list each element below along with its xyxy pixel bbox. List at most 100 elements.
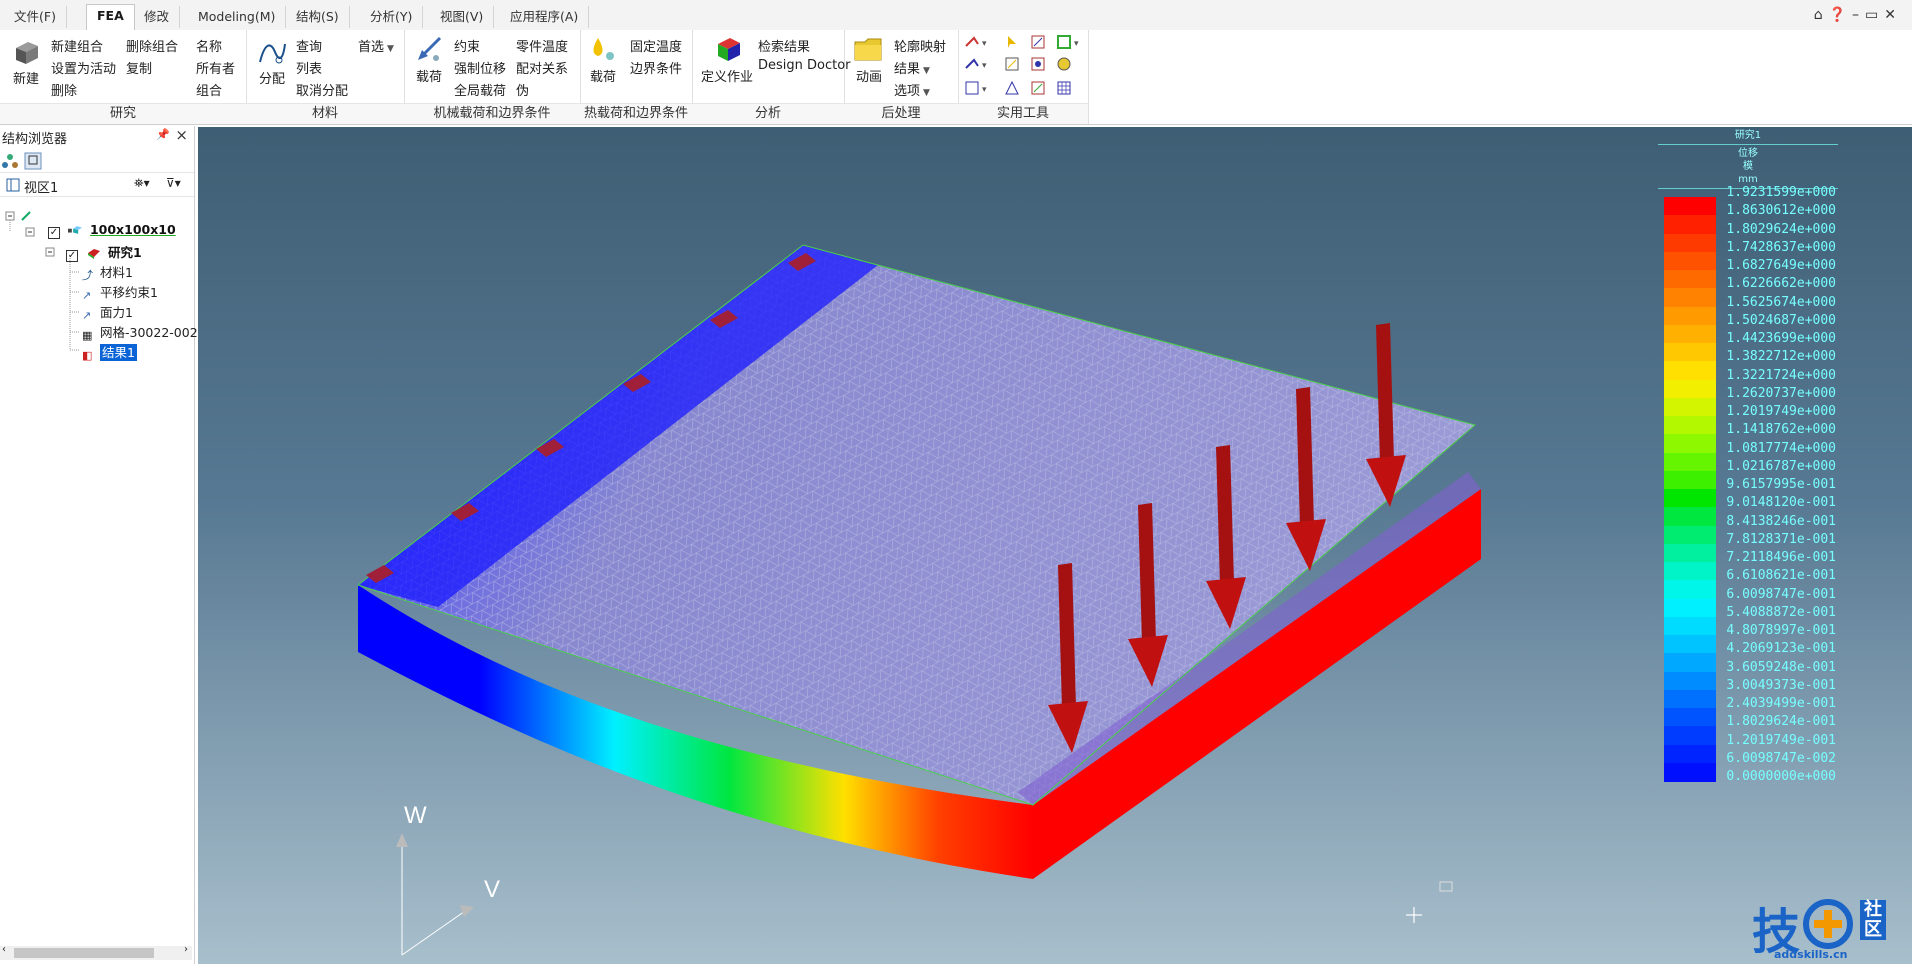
copy-button[interactable]: 复制: [126, 58, 152, 77]
mating-button[interactable]: 配对关系: [516, 58, 568, 77]
list-button[interactable]: 列表: [296, 58, 322, 77]
query-button[interactable]: 查询: [296, 36, 322, 55]
tool-icon[interactable]: [1057, 81, 1071, 95]
prefs-dropdown[interactable]: 首选 ▼: [358, 36, 394, 55]
design-doctor-button[interactable]: Design Doctor: [758, 58, 851, 73]
tool-icon[interactable]: [1057, 57, 1071, 71]
contour-map-button[interactable]: 轮廓映射: [894, 36, 946, 55]
legend-value: 1.0817774e+000: [1726, 440, 1836, 456]
tree-item-surface-load[interactable]: ↗ 面力1: [82, 302, 133, 322]
material-combo-button[interactable]: 组合: [196, 80, 222, 99]
visibility-checkbox[interactable]: ✓: [48, 227, 60, 239]
tree-item-mesh[interactable]: ▦ 网格-30022-002: [82, 322, 198, 342]
group-material: 名称 所有者 组合 分配 查询 列表 取消分配 首选 ▼ 材料: [196, 30, 405, 124]
tab-modeling[interactable]: Modeling(M): [188, 6, 287, 28]
tree-item-material[interactable]: ⤴ 材料1: [82, 262, 133, 282]
group-thermal-label: 热载荷和边界条件: [580, 103, 692, 124]
material-owner-button[interactable]: 所有者: [196, 58, 235, 77]
unassign-button[interactable]: 取消分配: [296, 80, 348, 99]
tab-analysis[interactable]: 分析(Y): [360, 6, 424, 28]
visibility-checkbox[interactable]: ✓: [66, 250, 78, 262]
tool-icon[interactable]: [1031, 57, 1045, 71]
tree-item-label-selected: 结果1: [100, 344, 137, 361]
check-results-button[interactable]: 检索结果: [758, 36, 810, 55]
results-dropdown[interactable]: 结果 ▼: [894, 58, 930, 77]
boundary-condition-button[interactable]: 边界条件: [630, 58, 682, 77]
legend-value: 7.8128371e-001: [1726, 531, 1836, 547]
restore-icon[interactable]: ▭: [1865, 7, 1884, 23]
legend-title: 研究1: [1734, 130, 1762, 141]
tool-icon[interactable]: ▾: [965, 81, 987, 95]
define-job-button[interactable]: 定义作业: [700, 34, 754, 85]
tool-icon[interactable]: [1005, 80, 1019, 95]
binoculars-icon[interactable]: ⛯▾: [134, 176, 150, 191]
tree-item-result[interactable]: ◧ 结果1: [82, 342, 137, 362]
delete-combo-button[interactable]: 删除组合: [126, 36, 178, 55]
legend-value: 1.8029624e+000: [1726, 221, 1836, 237]
viewport-icon: [6, 178, 20, 192]
scroll-left-icon[interactable]: ‹: [2, 944, 6, 955]
legend-value: 1.6827649e+000: [1726, 258, 1836, 273]
options-dropdown[interactable]: 选项 ▼: [894, 80, 930, 99]
graphics-viewport[interactable]: W V 研究1 位移 模 mm 1.9231599e+000 1.8630612e…: [198, 127, 1912, 964]
close-icon[interactable]: ×: [175, 126, 188, 144]
pseudo-button[interactable]: 伪: [516, 80, 529, 99]
svg-text:▾: ▾: [1074, 39, 1079, 49]
scrollbar-thumb[interactable]: [14, 948, 154, 958]
window-controls[interactable]: ⌂❓–▭✕: [1814, 7, 1902, 23]
group-analysis-label: 分析: [692, 103, 844, 124]
animate-label: 动画: [855, 70, 882, 85]
minimize-icon[interactable]: –: [1852, 7, 1865, 23]
tree-view-icon[interactable]: [2, 153, 18, 169]
tool-icon[interactable]: [1005, 57, 1019, 71]
axis-triad: W V: [396, 802, 500, 956]
tool-icon[interactable]: ▾: [965, 58, 987, 71]
tab-view[interactable]: 视图(V): [430, 6, 495, 28]
tree-study-node[interactable]: ✓ 研究1: [66, 242, 142, 262]
axis-v-label: V: [484, 876, 500, 903]
tab-fea[interactable]: FEA: [86, 4, 135, 31]
viewport-name[interactable]: 视区1: [24, 177, 58, 196]
enforced-displacement-button[interactable]: 强制位移: [454, 58, 506, 77]
delete-button[interactable]: 删除: [51, 80, 77, 99]
thermal-load-button[interactable]: 载荷: [586, 34, 620, 85]
pin-icon[interactable]: 📌: [156, 128, 170, 141]
tab-applications[interactable]: 应用程序(A): [500, 6, 590, 28]
scroll-right-icon[interactable]: ›: [184, 944, 188, 955]
tab-modify[interactable]: 修改: [134, 6, 181, 28]
new-study-button[interactable]: 新建: [10, 38, 42, 87]
legend-component: 模: [1743, 161, 1753, 172]
mech-load-button[interactable]: 载荷: [412, 34, 446, 85]
assign-label: 分配: [258, 72, 285, 87]
new-combo-button[interactable]: 新建组合: [51, 36, 103, 55]
legend-header: 研究1 位移 模 mm: [1658, 129, 1838, 191]
tool-icon[interactable]: [1031, 35, 1045, 49]
tool-icon[interactable]: [1008, 36, 1016, 48]
tree-item-label: 平移约束1: [100, 285, 158, 300]
crosshair-cursor: [1406, 907, 1422, 923]
tab-structure[interactable]: 结构(S): [286, 6, 350, 28]
new-study-icon: [16, 42, 38, 64]
animate-button[interactable]: 动画: [852, 34, 886, 85]
tool-icon[interactable]: ▾: [1057, 35, 1079, 49]
horizontal-scrollbar[interactable]: ‹ ›: [0, 944, 192, 960]
tool-icon[interactable]: [1031, 81, 1045, 95]
filter-icon[interactable]: ⊽▾: [166, 176, 181, 190]
part-temperature-button[interactable]: 零件温度: [516, 36, 568, 55]
help-icon[interactable]: ❓: [1829, 7, 1852, 23]
assign-material-button[interactable]: 分配: [256, 36, 288, 87]
home-icon[interactable]: ⌂: [1814, 7, 1829, 23]
close-icon[interactable]: ✕: [1884, 7, 1902, 23]
tool-icon[interactable]: ▾: [965, 36, 987, 49]
global-load-button[interactable]: 全局载荷: [454, 80, 506, 99]
constraint-button[interactable]: 约束: [454, 36, 480, 55]
fixed-temperature-button[interactable]: 固定温度: [630, 36, 682, 55]
tab-file[interactable]: 文件(F): [4, 6, 67, 28]
tools-icon-grid: ▾ ▾ ▾ ▾: [965, 35, 1079, 95]
legend-value: 2.4039499e-001: [1726, 696, 1836, 711]
tree-item-constraint[interactable]: ↗ 平移约束1: [82, 282, 158, 302]
material-name-button[interactable]: 名称: [196, 36, 222, 55]
tree-part-node[interactable]: ✓ 100x100x10: [48, 222, 176, 239]
set-active-button[interactable]: 设置为活动: [51, 58, 116, 77]
display-view-icon[interactable]: [24, 152, 42, 170]
